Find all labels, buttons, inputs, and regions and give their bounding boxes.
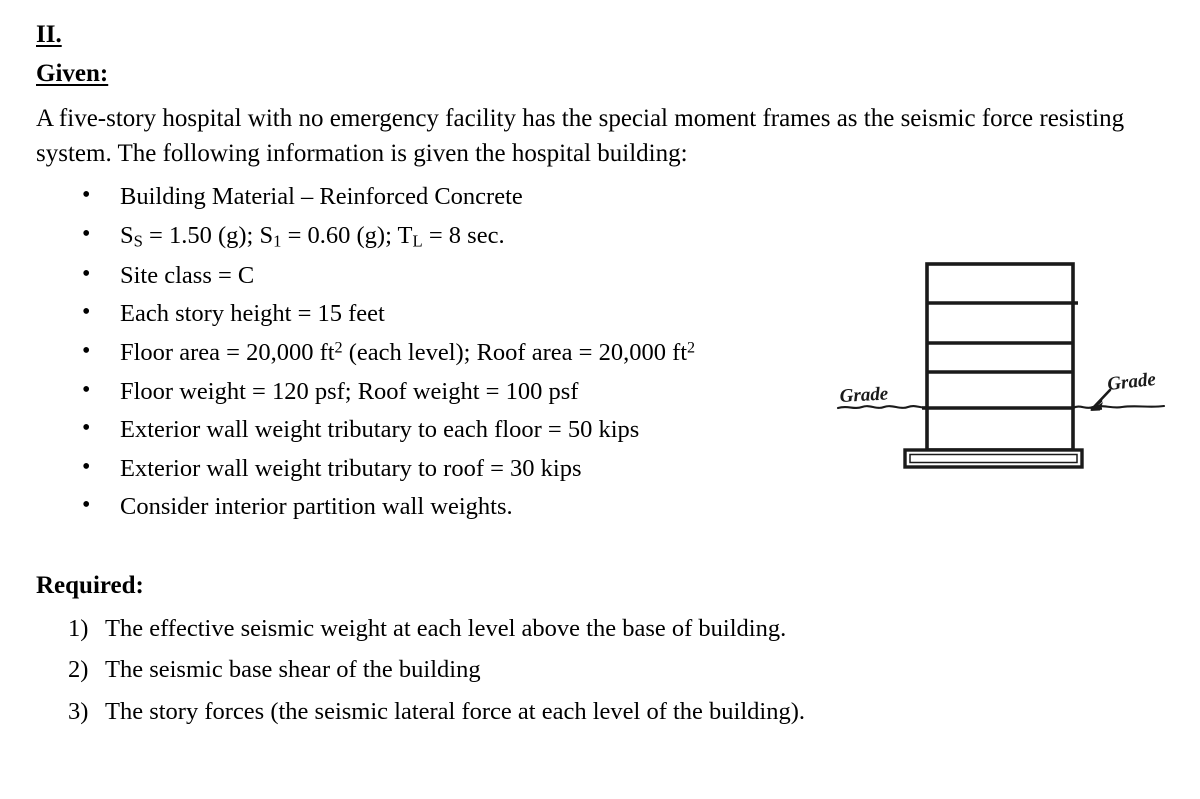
given-item-text: Floor area = 20,000 ft2 (each level); Ro… xyxy=(120,339,696,367)
required-item-text: The effective seismic weight at each lev… xyxy=(105,614,787,642)
given-item-text: Site class = C xyxy=(120,261,255,289)
grade-label-left: Grade xyxy=(839,383,889,407)
given-item-partition-walls: Consider interior partition wall weights… xyxy=(36,493,1176,521)
given-item-seismic-parameters: SS = 1.50 (g); S1 = 0.60 (g); TL = 8 sec… xyxy=(36,221,1176,251)
grade-label-right: Grade xyxy=(1106,369,1157,395)
building-elevation-diagram: Grade Grade xyxy=(820,250,1180,485)
required-item-text: The seismic base shear of the building xyxy=(105,656,481,684)
required-heading-text: Required: xyxy=(36,571,144,599)
given-item-text: SS = 1.50 (g); S1 = 0.60 (g); TL = 8 sec… xyxy=(120,221,505,251)
given-item-text: Floor weight = 120 psf; Roof weight = 10… xyxy=(120,377,579,405)
given-heading-text: Given: xyxy=(36,60,109,87)
document-page: II. Given: A five-story hospital with no… xyxy=(0,0,1200,799)
required-item-2: 2) The seismic base shear of the buildin… xyxy=(36,658,1176,683)
section-number-text: II. xyxy=(36,21,62,48)
required-item-number: 3) xyxy=(68,697,89,725)
given-item-building-material: Building Material – Reinforced Concrete xyxy=(36,183,1176,210)
required-item-1: 1) The effective seismic weight at each … xyxy=(36,614,1176,642)
section-number: II. xyxy=(36,22,1176,47)
given-item-text: Exterior wall weight tributary to each f… xyxy=(120,416,640,444)
required-heading: Required: xyxy=(36,566,1176,600)
required-items-list: 1) The effective seismic weight at each … xyxy=(36,614,1176,725)
given-item-text: Building Material – Reinforced Concrete xyxy=(120,183,523,210)
required-item-number: 2) xyxy=(68,656,89,684)
required-item-3: 3) The story forces (the seismic lateral… xyxy=(36,697,1176,725)
ground-line-right xyxy=(1071,404,1166,410)
required-item-text: The story forces (the seismic lateral fo… xyxy=(105,697,805,725)
building-outline xyxy=(925,262,1075,452)
given-item-text: Exterior wall weight tributary to roof =… xyxy=(120,454,582,482)
given-item-text: Each story height = 15 feet xyxy=(120,300,385,328)
intro-paragraph: A five-story hospital with no emergency … xyxy=(36,105,1125,167)
given-heading: Given: xyxy=(36,61,1176,86)
given-item-text: Consider interior partition wall weights… xyxy=(120,493,513,521)
required-item-number: 1) xyxy=(68,614,89,642)
footing-inner xyxy=(909,453,1078,464)
